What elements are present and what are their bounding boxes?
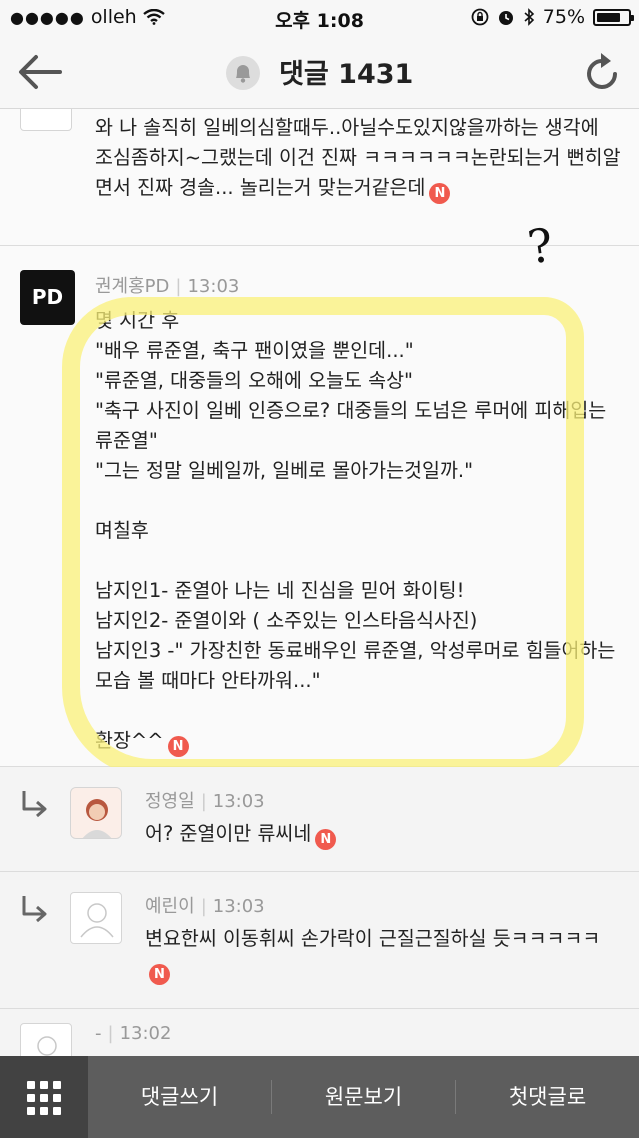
avatar (70, 787, 122, 839)
page-title: 댓글 1431 (279, 59, 414, 90)
comment-meta: 예린이 | 13:03 (145, 896, 265, 917)
avatar: PD (20, 270, 75, 325)
comment-time: 13:03 (212, 896, 265, 917)
comment-text: 와 나 솔직히 일베의심할때두..아닐수도있지않을까하는 생각에 조심좀하지~그… (95, 113, 621, 204)
grid-menu-icon (27, 1081, 61, 1115)
bottom-bar: 댓글쓰기 원문보기 첫댓글로 (0, 1056, 639, 1138)
refresh-button[interactable] (583, 50, 623, 94)
new-badge: N (315, 829, 337, 850)
comment-text: 어? 준열이만 류씨네 N (145, 819, 621, 850)
comment-meta: 정영일 | 13:03 (145, 791, 265, 812)
view-original-button[interactable]: 원문보기 (272, 1056, 455, 1138)
reply-arrow-icon (22, 791, 47, 818)
default-avatar-icon (70, 892, 122, 944)
default-avatar-icon (20, 1023, 72, 1056)
write-comment-button[interactable]: 댓글쓰기 (88, 1056, 271, 1138)
first-comment-button[interactable]: 첫댓글로 (456, 1056, 639, 1138)
comment-meta: - | 13:02 (95, 1023, 172, 1044)
title-wrap: 댓글 1431 (0, 52, 639, 93)
bluetooth-icon (524, 8, 534, 26)
comment-time: 13:03 (212, 791, 265, 812)
status-right: 75% (471, 6, 634, 28)
header: 댓글 1431 (0, 36, 639, 109)
new-badge: N (167, 736, 189, 757)
status-bar: ●●●●● olleh 오후 1:08 75% (0, 0, 639, 36)
comment-list[interactable]: 와 나 솔직히 일베의심할때두..아닐수도있지않을까하는 생각에 조심좀하지~그… (0, 109, 639, 1056)
bell-icon[interactable] (225, 55, 260, 90)
comment-meta: 권계홍PD | 13:03 (95, 276, 240, 297)
comment-time: 13:02 (119, 1023, 172, 1044)
reply-item: 예린이 | 13:03 변요한씨 이동휘씨 손가락이 근질근질하실 듯ㅋㅋㅋㅋㅋN (0, 872, 639, 1009)
battery-fill (597, 12, 620, 22)
comment-text: 몇 시간 후 "배우 류준열, 축구 팬이였을 뿐인데..." "류준열, 대중… (95, 306, 621, 757)
comment-time: 13:03 (187, 276, 240, 297)
new-badge: N (429, 183, 451, 204)
reply-arrow-icon (22, 896, 47, 923)
comment-author[interactable]: 예린이 (145, 896, 195, 917)
alarm-icon (498, 11, 513, 25)
lock-rotation-icon (471, 8, 489, 26)
avatar (20, 109, 72, 131)
menu-button[interactable] (0, 1056, 88, 1138)
comment-author[interactable]: - (95, 1023, 102, 1044)
comment-text: 변요한씨 이동휘씨 손가락이 근질근질하실 듯ㅋㅋㅋㅋㅋN (145, 924, 621, 985)
battery-icon (593, 8, 634, 26)
comment-author[interactable]: 권계홍PD (95, 276, 169, 297)
comment-author[interactable]: 정영일 (145, 791, 195, 812)
refresh-icon (587, 53, 617, 89)
battery-percent: 75% (542, 6, 585, 28)
comment-item: PD 권계홍PD | 13:03 몇 시간 후 "배우 류준열, 축구 팬이였을 뿐… (0, 246, 639, 767)
new-badge: N (149, 964, 170, 985)
reply-item: - | 13:02 (0, 1009, 639, 1056)
reply-item: 정영일 | 13:03 어? 준열이만 류씨네 N (0, 767, 639, 872)
